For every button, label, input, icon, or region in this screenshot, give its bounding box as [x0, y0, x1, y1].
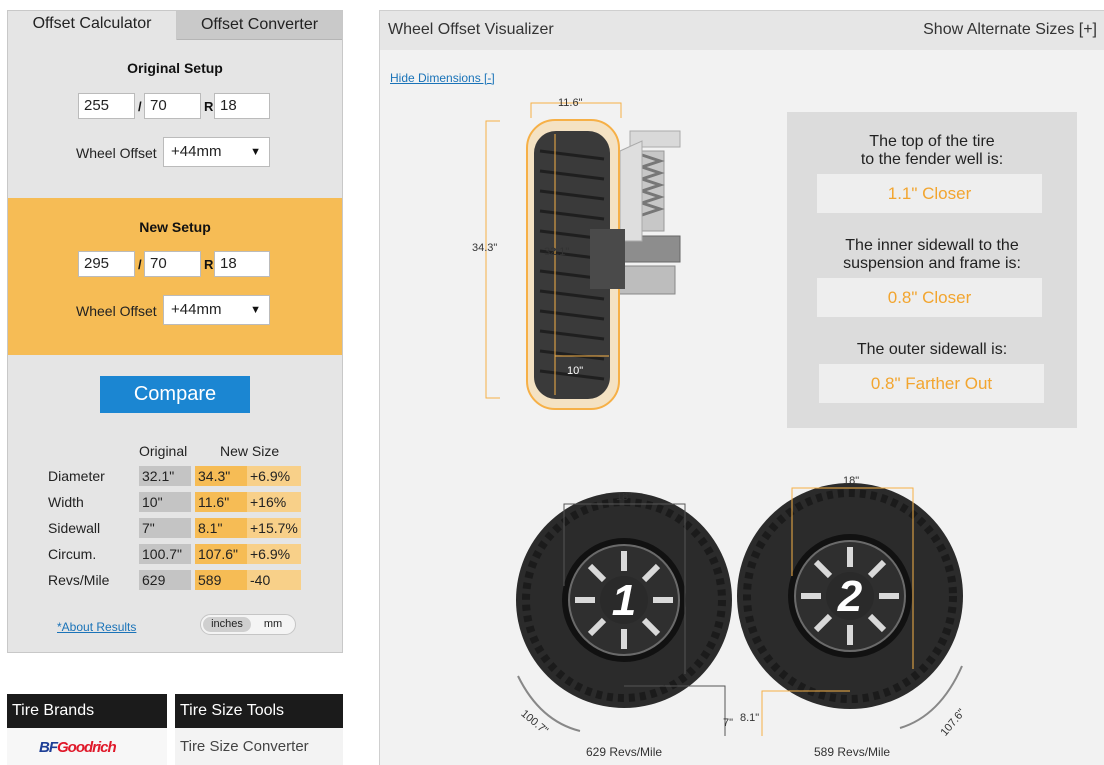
- new-slash-separator: /: [138, 257, 142, 272]
- tire-brands-header: Tire Brands: [7, 694, 167, 728]
- new-value: 8.1": [195, 518, 247, 538]
- calculator-tabs: Offset Calculator Offset Converter: [8, 11, 342, 40]
- difference-value: +6.9%: [247, 466, 301, 486]
- wheel-1: 1: [516, 492, 732, 708]
- outer-sidewall-text: The outer sidewall is:: [856, 341, 1008, 358]
- original-rim-input[interactable]: 18: [214, 93, 270, 119]
- hide-dimensions-link[interactable]: Hide Dimensions [-]: [390, 71, 495, 85]
- tire-side-view-image: 11.6" 34.3" 32.1" 10": [472, 97, 681, 410]
- original-value: 32.1": [139, 466, 191, 486]
- wheel-1-sidewall-dimension: 7": [723, 717, 733, 729]
- original-value: 100.7": [139, 544, 191, 564]
- fender-text-line2: to the fender well is:: [860, 151, 1004, 168]
- new-setup-section: New Setup 295 / 70 R 18 Wheel Offset +44…: [8, 198, 342, 355]
- wheel-2-sidewall-dimension: 8.1": [740, 712, 759, 724]
- tire-size-tools-header: Tire Size Tools: [175, 694, 343, 728]
- wheel-2: 2: [737, 483, 963, 709]
- units-toggle[interactable]: inches mm: [200, 614, 296, 635]
- show-alternate-sizes-link[interactable]: Show Alternate Sizes [+]: [923, 21, 1097, 39]
- row-label: Circum.: [48, 546, 97, 562]
- new-value: 589: [195, 570, 247, 590]
- new-width-input[interactable]: 295: [78, 251, 135, 277]
- new-diameter-dimension: 34.3": [472, 242, 497, 254]
- results-original-header: Original: [139, 443, 188, 459]
- new-value: 107.6": [195, 544, 247, 564]
- suspension-value: 0.8" Closer: [817, 278, 1042, 317]
- new-setup-title: New Setup: [139, 219, 211, 235]
- new-r-separator: R: [204, 257, 214, 272]
- tire-size-converter-link[interactable]: Tire Size Converter: [180, 738, 309, 755]
- visualizer-title: Wheel Offset Visualizer: [388, 21, 554, 38]
- tab-offset-calculator[interactable]: Offset Calculator: [8, 11, 177, 40]
- wheel-1-revs: 629 Revs/Mile: [586, 745, 662, 759]
- suspension-text-line2: suspension and frame is:: [843, 255, 1021, 272]
- tire-front-view-image: 1 2 18" 7" 100.7" 629 Revs/Mile 18" 8.1"…: [516, 475, 968, 759]
- original-value: 7": [139, 518, 191, 538]
- results-new-size-header: New Size: [220, 443, 280, 459]
- row-label: Sidewall: [48, 520, 101, 536]
- wheel-offset-visualizer: Wheel Offset Visualizer Show Alternate S…: [379, 10, 1104, 765]
- tire-brands-box: BFGoodrich: [7, 728, 167, 765]
- original-width-input[interactable]: 255: [78, 93, 135, 119]
- fender-text-line1: The top of the tire: [869, 133, 995, 150]
- wheel-2-rim-dimension: 18": [843, 475, 859, 487]
- original-offset-select[interactable]: +44mm ▼: [163, 137, 270, 167]
- new-offset-value: +44mm: [171, 301, 222, 318]
- wheel-2-circumference: 107.6": [938, 707, 967, 739]
- fender-value: 1.1" Closer: [817, 174, 1042, 213]
- difference-value: +15.7%: [247, 518, 301, 538]
- wheel-1-number: 1: [612, 576, 636, 625]
- outer-sidewall-value: 0.8" Farther Out: [819, 364, 1044, 403]
- wheel-2-number: 2: [837, 572, 863, 621]
- dropdown-caret-icon: ▼: [250, 146, 261, 158]
- suspension-text-line1: The inner sidewall to the: [845, 237, 1019, 254]
- difference-value: +16%: [247, 492, 301, 512]
- original-width-dimension: 10": [567, 365, 583, 377]
- bf-logo-part: BF: [39, 739, 58, 756]
- original-value: 629: [139, 570, 191, 590]
- original-slash-separator: /: [138, 99, 142, 114]
- difference-value: +6.9%: [247, 544, 301, 564]
- original-ratio-input[interactable]: 70: [144, 93, 201, 119]
- tire-size-tools-box: Tire Size Converter: [175, 728, 343, 765]
- original-diameter-dimension: 32.1": [544, 246, 569, 258]
- tab-offset-converter[interactable]: Offset Converter: [177, 11, 342, 40]
- unit-inches-option[interactable]: inches: [203, 617, 251, 632]
- row-label: Diameter: [48, 468, 105, 484]
- goodrich-logo-part: Goodrich: [57, 739, 117, 756]
- new-offset-select[interactable]: +44mm ▼: [163, 295, 270, 325]
- new-width-dimension: 11.6": [558, 97, 583, 109]
- original-value: 10": [139, 492, 191, 512]
- original-offset-value: +44mm: [171, 143, 222, 160]
- difference-value: -40: [247, 570, 301, 590]
- new-offset-label: Wheel Offset: [76, 303, 157, 319]
- new-ratio-input[interactable]: 70: [144, 251, 201, 277]
- row-label: Width: [48, 494, 84, 510]
- dropdown-caret-icon: ▼: [250, 304, 261, 316]
- bfgoodrich-logo[interactable]: BFGoodrich: [39, 739, 117, 756]
- about-results-link[interactable]: *About Results: [57, 620, 136, 634]
- wheel-2-revs: 589 Revs/Mile: [814, 745, 890, 759]
- visualizer-header: Wheel Offset Visualizer Show Alternate S…: [380, 11, 1104, 50]
- wheel-1-rim-dimension: 18": [616, 491, 632, 503]
- compare-button[interactable]: Compare: [100, 376, 250, 413]
- offset-calculator-panel: Offset Calculator Offset Converter Origi…: [7, 10, 343, 653]
- new-value: 34.3": [195, 466, 247, 486]
- original-r-separator: R: [204, 99, 214, 114]
- original-setup-title: Original Setup: [127, 60, 223, 76]
- row-label: Revs/Mile: [48, 572, 110, 588]
- offset-results-box: The top of the tire to the fender well i…: [787, 112, 1077, 428]
- new-rim-input[interactable]: 18: [214, 251, 270, 277]
- original-offset-label: Wheel Offset: [76, 145, 157, 161]
- unit-mm-option[interactable]: mm: [253, 617, 293, 632]
- new-value: 11.6": [195, 492, 247, 512]
